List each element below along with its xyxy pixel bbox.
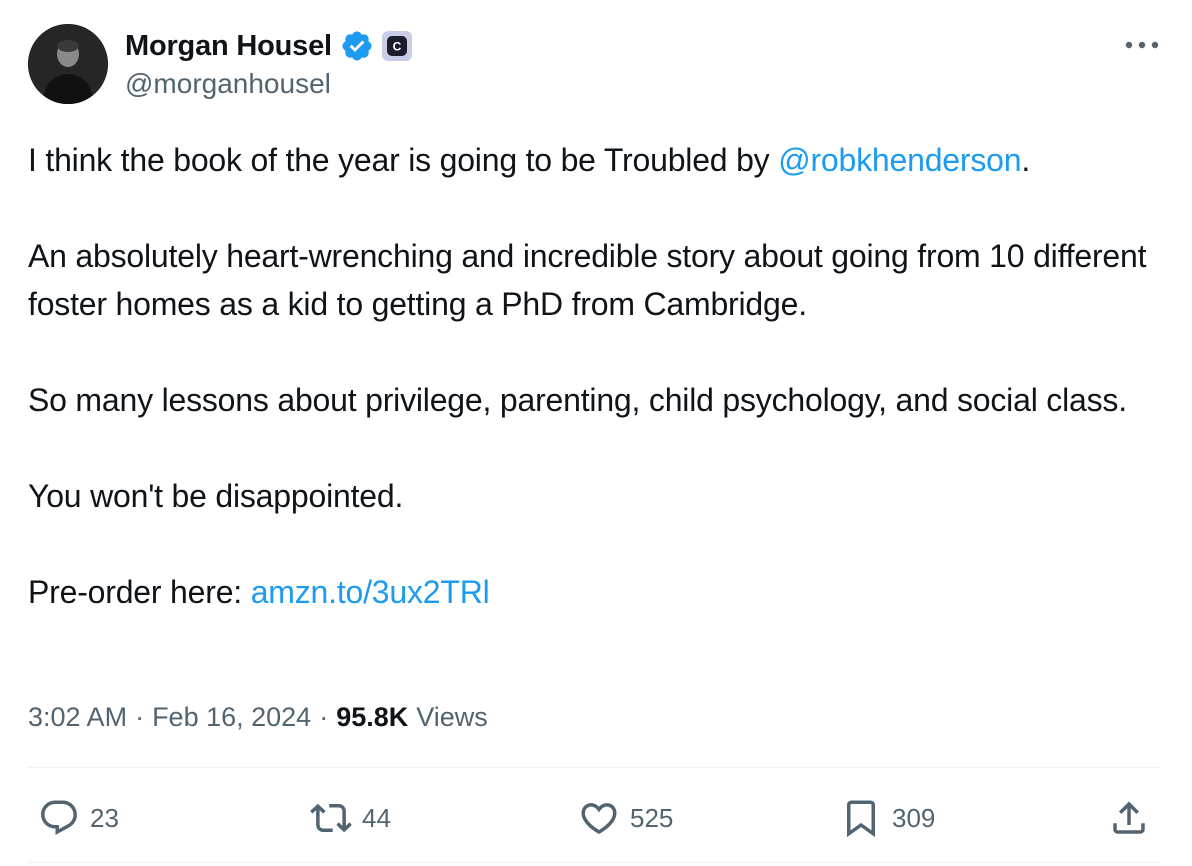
tweet-paragraph-2: An absolutely heart-wrenching and incred… bbox=[28, 238, 1147, 322]
affiliate-logo: C bbox=[386, 36, 407, 56]
tweet-paragraph-1: I think the book of the year is going to… bbox=[28, 136, 1168, 184]
paragraph-end: . bbox=[1021, 142, 1031, 178]
tweet-date[interactable]: Feb 16, 2024 bbox=[152, 702, 311, 733]
paragraph-text: Pre-order here: bbox=[28, 574, 251, 610]
tweet-text: I think the book of the year is going to… bbox=[28, 136, 1168, 616]
views-label: Views bbox=[416, 701, 488, 732]
tweet-paragraph-3: So many lessons about privilege, parenti… bbox=[28, 382, 1127, 418]
more-options-button[interactable] bbox=[1120, 30, 1164, 60]
preorder-link[interactable]: amzn.to/3ux2TRl bbox=[251, 574, 490, 610]
tweet-paragraph-4: You won't be disappointed. bbox=[28, 478, 404, 514]
reply-icon bbox=[41, 800, 77, 835]
collab-fund-badge-icon[interactable]: C bbox=[381, 31, 412, 61]
bookmark-count: 309 bbox=[892, 802, 936, 833]
repost-count: 44 bbox=[362, 802, 391, 833]
heart-icon bbox=[581, 803, 617, 835]
author-name-row: Morgan Housel C bbox=[125, 26, 412, 66]
tweet-paragraph-5: Pre-order here: amzn.to/3ux2TRl bbox=[28, 568, 1168, 616]
meta-separator: · bbox=[319, 701, 329, 732]
share-button[interactable] bbox=[1108, 795, 1150, 841]
mention-link[interactable]: @robkhenderson bbox=[778, 142, 1021, 178]
divider bbox=[28, 862, 1162, 863]
avatar-photo bbox=[28, 24, 108, 104]
bookmark-icon bbox=[847, 800, 875, 838]
reply-button[interactable]: 23 bbox=[38, 795, 119, 841]
like-button[interactable]: 525 bbox=[578, 795, 673, 841]
views-count: 95.8K bbox=[336, 701, 409, 732]
author-display-name[interactable]: Morgan Housel bbox=[125, 30, 332, 63]
divider bbox=[28, 767, 1162, 768]
affiliate-letter: C bbox=[393, 40, 402, 54]
avatar[interactable] bbox=[28, 24, 108, 104]
repost-button[interactable]: 44 bbox=[310, 795, 391, 841]
tweet-card: Morgan Housel C @morganhousel I think th… bbox=[0, 0, 1192, 866]
paragraph-text: I think the book of the year is going to… bbox=[28, 142, 779, 178]
meta-separator: · bbox=[135, 701, 145, 732]
more-dots-icon bbox=[1125, 41, 1159, 49]
like-count: 525 bbox=[630, 802, 674, 833]
tweet-meta: 3:02 AM · Feb 16, 2024 · 95.8K Views bbox=[28, 697, 488, 737]
verified-badge-icon[interactable] bbox=[340, 29, 374, 63]
repost-icon bbox=[310, 803, 352, 833]
bookmark-button[interactable]: 309 bbox=[840, 795, 935, 841]
share-icon bbox=[1113, 801, 1145, 834]
tweet-time[interactable]: 3:02 AM bbox=[28, 702, 127, 733]
reply-count: 23 bbox=[90, 802, 119, 833]
author-handle[interactable]: @morganhousel bbox=[125, 68, 331, 100]
